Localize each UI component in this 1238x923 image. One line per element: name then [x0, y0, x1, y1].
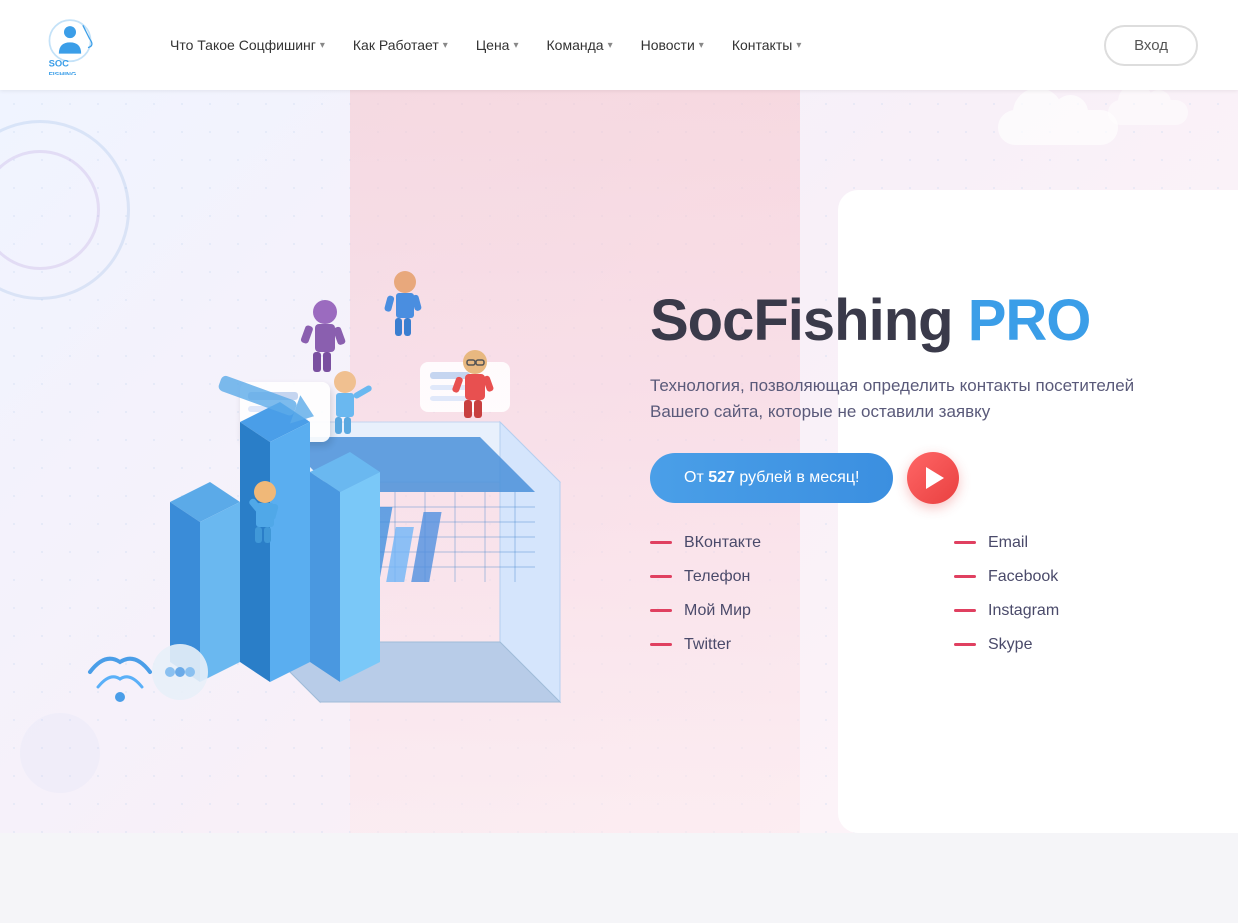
- svg-text:SOC: SOC: [49, 57, 70, 68]
- chevron-down-icon: ▾: [796, 40, 801, 51]
- dash-icon: [954, 643, 976, 646]
- login-button[interactable]: Вход: [1104, 25, 1198, 66]
- chevron-down-icon: ▾: [608, 40, 613, 51]
- contact-list: ВКонтакте Email Телефон Facebook Мой Мир: [650, 534, 1198, 654]
- chevron-down-icon: ▾: [699, 40, 704, 51]
- nav-item-news[interactable]: Новости ▾: [631, 31, 714, 59]
- isometric-graphic: [20, 182, 600, 742]
- main-nav: Что Такое Соцфишинг ▾ Как Работает ▾ Цен…: [160, 31, 1104, 59]
- hero-illustration: [0, 162, 620, 762]
- nav-item-price[interactable]: Цена ▾: [466, 31, 529, 59]
- nav-item-contacts[interactable]: Контакты ▾: [722, 31, 812, 59]
- chevron-down-icon: ▾: [443, 40, 448, 51]
- contact-item-instagram: Instagram: [954, 602, 1198, 620]
- play-button[interactable]: [907, 452, 959, 504]
- cloud-deco-2: [1108, 100, 1188, 125]
- dash-icon: [650, 609, 672, 612]
- dash-icon: [954, 541, 976, 544]
- contact-item-myworld: Мой Мир: [650, 602, 894, 620]
- chevron-down-icon: ▾: [513, 40, 518, 51]
- chevron-down-icon: ▾: [320, 40, 325, 51]
- hero-title-text: SocFishing: [650, 288, 968, 353]
- dash-icon: [650, 541, 672, 544]
- nav-item-how-works[interactable]: Как Работает ▾: [343, 31, 458, 59]
- contact-item-twitter: Twitter: [650, 636, 894, 654]
- contact-item-skype: Skype: [954, 636, 1198, 654]
- contact-item-email: Email: [954, 534, 1198, 552]
- hero-title: SocFishing PRO: [650, 289, 1198, 353]
- svg-text:FISHING: FISHING: [49, 72, 77, 75]
- dash-icon: [650, 643, 672, 646]
- nav-item-team[interactable]: Команда ▾: [537, 31, 623, 59]
- dash-icon: [954, 575, 976, 578]
- cta-button[interactable]: От 527 рублей в месяц!: [650, 453, 893, 503]
- logo[interactable]: SOC FISHING: [40, 15, 100, 75]
- header: SOC FISHING Что Такое Соцфишинг ▾ Как Ра…: [0, 0, 1238, 90]
- hero-subtitle: Технология, позволяющая определить конта…: [650, 373, 1140, 426]
- cta-row: От 527 рублей в месяц!: [650, 452, 1198, 504]
- contact-item-vk: ВКонтакте: [650, 534, 894, 552]
- contact-item-phone: Телефон: [650, 568, 894, 586]
- hero-title-pro: PRO: [968, 288, 1091, 353]
- dash-icon: [954, 609, 976, 612]
- hero-content: SocFishing PRO Технология, позволяющая о…: [620, 229, 1238, 693]
- contact-item-facebook: Facebook: [954, 568, 1198, 586]
- hero-section: SocFishing PRO Технология, позволяющая о…: [0, 90, 1238, 833]
- dash-icon: [650, 575, 672, 578]
- cloud-deco-1: [998, 110, 1118, 145]
- nav-item-socfishing[interactable]: Что Такое Соцфишинг ▾: [160, 31, 335, 59]
